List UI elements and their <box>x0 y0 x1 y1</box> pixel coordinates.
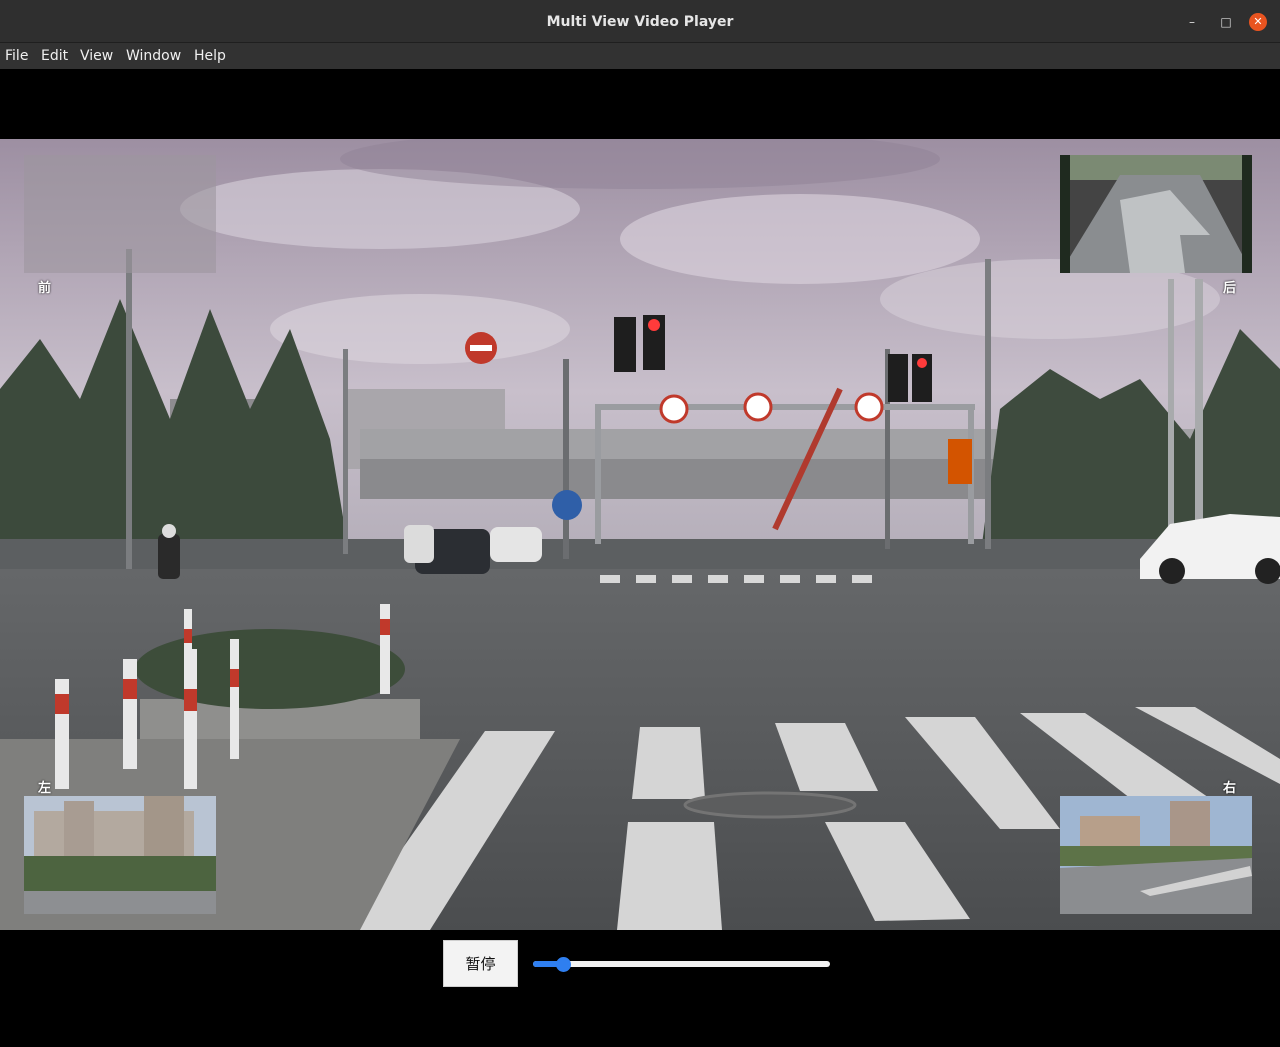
video-frame[interactable]: 前 后 左 右 <box>0 139 1280 930</box>
menu-edit[interactable]: Edit <box>41 43 68 69</box>
left-view-label: 左 <box>38 781 52 796</box>
minimize-icon[interactable]: – <box>1182 12 1202 32</box>
right-view-label: 右 <box>1223 781 1237 796</box>
menu-window[interactable]: Window <box>126 43 181 69</box>
menu-view[interactable]: View <box>80 43 113 69</box>
menu-bar: File Edit View Window Help <box>0 43 1280 69</box>
left-camera-scene <box>24 796 216 914</box>
left-view-thumbnail[interactable] <box>24 796 216 914</box>
menu-help[interactable]: Help <box>194 43 226 69</box>
right-view-thumbnail[interactable] <box>1060 796 1252 914</box>
rear-view-thumbnail[interactable] <box>1060 155 1252 273</box>
front-view-label: 前 <box>38 281 52 296</box>
pause-button[interactable]: 暂停 <box>443 940 518 987</box>
slider-track <box>533 961 830 967</box>
window-title: Multi View Video Player <box>546 14 734 30</box>
rear-view-label: 后 <box>1223 281 1237 296</box>
title-bar: Multi View Video Player – □ ✕ <box>0 0 1280 43</box>
maximize-icon[interactable]: □ <box>1216 12 1236 32</box>
close-icon[interactable]: ✕ <box>1249 13 1267 31</box>
menu-file[interactable]: File <box>5 43 28 69</box>
progress-slider[interactable] <box>533 957 830 972</box>
slider-handle[interactable] <box>556 957 571 972</box>
rear-camera-scene <box>1060 155 1252 273</box>
right-camera-scene <box>1060 796 1252 914</box>
